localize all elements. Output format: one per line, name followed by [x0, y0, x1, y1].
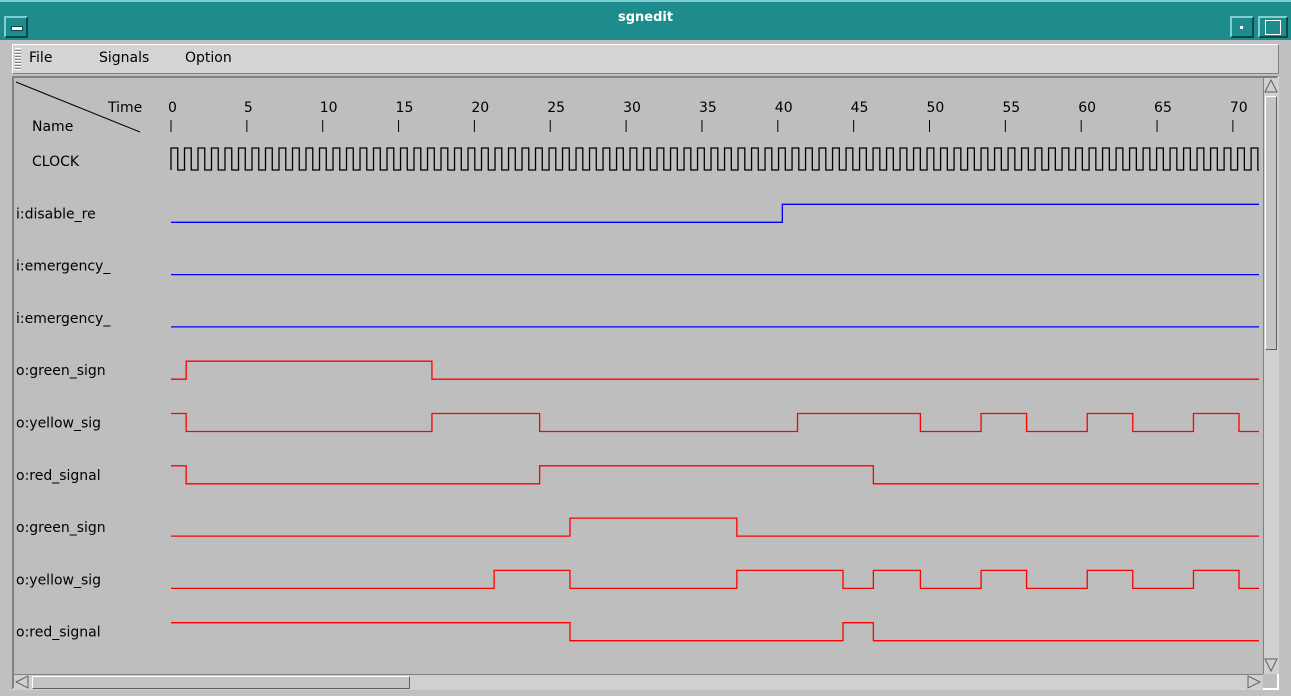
horizontal-scrollbar[interactable] — [14, 674, 1263, 690]
time-tick-label: 20 — [471, 100, 489, 116]
vertical-scrollbar[interactable] — [1263, 78, 1279, 674]
time-tick-label: 35 — [699, 100, 717, 116]
main-window: sgnedit File Signals Option Time Name 0 5 10… — [0, 0, 1291, 696]
signal-waveform — [171, 360, 1259, 380]
horizontal-scroll-thumb[interactable] — [32, 676, 410, 689]
time-tick-label: 50 — [927, 100, 945, 116]
time-tick-label: 70 — [1230, 100, 1248, 116]
signal-waveform — [171, 569, 1259, 590]
signal-waveform — [171, 412, 1259, 433]
signal-waveform — [171, 203, 1259, 223]
signal-waveform — [170, 147, 1259, 171]
time-tick-label: 65 — [1154, 100, 1172, 116]
time-tick-label: 40 — [775, 100, 793, 116]
time-tick-label: 60 — [1078, 100, 1096, 116]
signal-name-label: o:yellow_sig — [16, 416, 101, 432]
signal-name-label: i:emergency_ — [16, 311, 111, 327]
scroll-up-arrow-icon[interactable] — [1264, 79, 1278, 93]
signal-name-label: o:red_signal — [16, 625, 101, 641]
signal-waveform — [171, 465, 1259, 485]
signal-name-label: o:red_signal — [16, 468, 101, 484]
signal-name-label: o:green_sign — [16, 363, 106, 379]
waveform-canvas[interactable]: Time Name 0 5 10 15 20 25 30 35 40 45 50 55 60 65 70 CLOC… — [0, 0, 1263, 674]
maximize-icon — [1265, 20, 1281, 35]
signal-name-label: o:green_sign — [16, 520, 106, 536]
vertical-scroll-thumb[interactable] — [1265, 96, 1277, 350]
signal-waveform — [171, 622, 1259, 642]
name-axis-label: Name — [32, 119, 73, 135]
time-tick-label: 10 — [320, 100, 338, 116]
time-axis-label: Time — [107, 100, 142, 116]
signal-name-label: i:emergency_ — [16, 259, 111, 275]
scroll-right-arrow-icon[interactable] — [1247, 675, 1261, 689]
time-tick-label: 25 — [547, 100, 565, 116]
time-tick-label: 55 — [1002, 100, 1020, 116]
scroll-down-arrow-icon[interactable] — [1264, 658, 1278, 672]
time-tick-label: 45 — [851, 100, 869, 116]
signal-waveform — [171, 517, 1259, 537]
time-tick-label: 30 — [623, 100, 641, 116]
time-tick-label: 5 — [244, 100, 253, 116]
scroll-left-arrow-icon[interactable] — [15, 675, 29, 689]
signal-name-label: i:disable_re — [16, 206, 96, 222]
time-tick-label: 0 — [168, 100, 177, 116]
time-tick-label: 15 — [396, 100, 414, 116]
signal-name-label: o:yellow_sig — [16, 572, 101, 588]
signal-name-label: CLOCK — [32, 154, 80, 170]
